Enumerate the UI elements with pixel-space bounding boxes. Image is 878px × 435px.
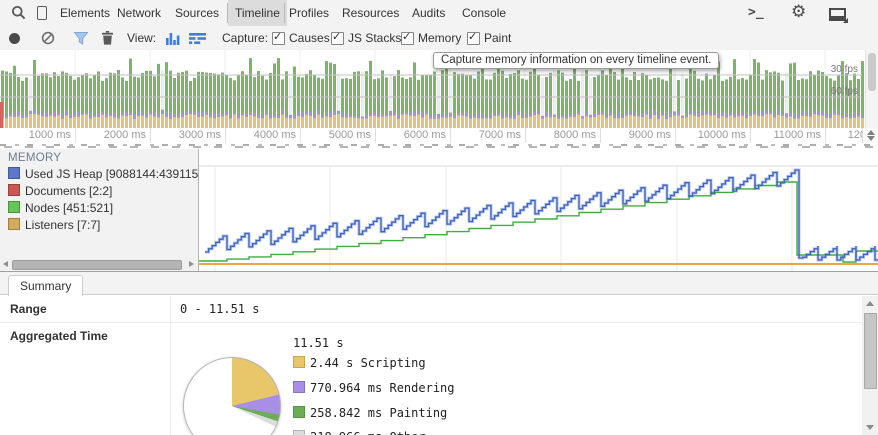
scroll-right-icon[interactable] — [189, 261, 194, 267]
checkbox-label[interactable]: JS Stacks — [348, 26, 401, 50]
pie-legend-item: 218.966 ms Other — [293, 430, 426, 435]
ruler-tick-label: 2000 ms — [66, 128, 146, 143]
tab-console[interactable]: Console — [462, 0, 506, 26]
tab-resources[interactable]: Resources — [342, 0, 399, 26]
tab-audits[interactable]: Audits — [412, 0, 445, 26]
tab-network[interactable]: Network — [117, 0, 161, 26]
tab-profiles[interactable]: Profiles — [289, 0, 329, 26]
time-ruler: 1000 ms2000 ms3000 ms4000 ms5000 ms6000 … — [0, 128, 878, 143]
overview-scrollbar-thumb[interactable] — [868, 53, 876, 91]
legend-swatch — [8, 167, 20, 179]
checkbox-label[interactable]: Causes — [289, 26, 330, 50]
legend-label: 218.966 ms Other — [310, 430, 426, 435]
legend-swatch — [293, 430, 305, 435]
device-toolbar-icon[interactable] — [37, 6, 47, 20]
trash-icon[interactable] — [101, 31, 114, 45]
spinner-up-icon[interactable] — [867, 130, 875, 135]
checkbox-paint[interactable] — [467, 32, 480, 45]
settings-gear-icon[interactable]: ⚙ — [791, 0, 806, 25]
svg-text:60 fps: 60 fps — [831, 86, 858, 97]
memory-counters-chart — [199, 149, 878, 271]
clear-icon[interactable] — [41, 31, 55, 45]
devtools-tab-bar: Elements Network Sources TimelineProfiles Re… — [0, 0, 878, 26]
legend-label: Documents [2:2] — [25, 184, 112, 198]
tab-elements[interactable]: Elements — [60, 0, 110, 26]
pie-legend-item: 2.44 s Scripting — [293, 356, 426, 370]
memory-legend-item: Used JS Heap [9088144:43911512] — [8, 167, 199, 182]
legend-swatch — [8, 218, 20, 230]
scroll-down-icon[interactable] — [866, 425, 874, 430]
legend-swatch — [293, 406, 305, 418]
aggregated-time-label: Aggregated Time — [10, 329, 108, 343]
range-value: 0 - 11.51 s — [180, 302, 259, 316]
search-icon[interactable] — [11, 5, 27, 21]
memory-pane-title: MEMORY — [8, 152, 61, 164]
checkbox-memory[interactable] — [401, 32, 414, 45]
legend-swatch — [8, 201, 20, 213]
scrollbar-thumb[interactable] — [12, 260, 182, 270]
pie-total: 11.51 s — [293, 336, 344, 350]
details-tab-bar: Summary — [0, 272, 878, 295]
filter-icon[interactable] — [74, 32, 88, 45]
timeline-toolbar: View: Capture: Causes JS Stacks Memory Pain… — [0, 26, 878, 51]
tab-separator — [284, 3, 285, 23]
ruler-tick-label: 9000 ms — [591, 128, 671, 143]
memory-horizontal-scrollbar[interactable] — [1, 258, 196, 270]
legend-label: Used JS Heap [9088144:43911512] — [25, 167, 199, 181]
checkbox-label[interactable]: Paint — [484, 26, 511, 50]
ruler-tick-label: 4000 ms — [216, 128, 296, 143]
ruler-tick-label: 1000 ms — [0, 128, 71, 143]
ruler-tick-label: 5000 ms — [291, 128, 371, 143]
legend-swatch — [8, 184, 20, 196]
range-row: Range 0 - 11.51 s — [0, 296, 862, 323]
svg-text:30 fps: 30 fps — [831, 64, 858, 75]
tab-separator — [227, 3, 228, 23]
ruler-tick-label: 8000 ms — [516, 128, 596, 143]
checkbox-label[interactable]: Memory — [418, 26, 461, 50]
scroll-up-icon[interactable] — [866, 301, 874, 306]
view-frames-icon[interactable] — [189, 32, 208, 45]
view-bars-icon[interactable] — [166, 32, 181, 45]
record-icon[interactable] — [9, 33, 20, 44]
memory-legend-pane: MEMORY Used JS Heap [9088144:43911512] Do… — [0, 149, 199, 271]
scroll-left-icon[interactable] — [3, 261, 8, 267]
checkbox-causes[interactable] — [272, 32, 285, 45]
legend-label: 770.964 ms Rendering — [310, 381, 455, 395]
memory-legend-item: Nodes [451:521] — [8, 201, 113, 216]
summary-table: Range 0 - 11.51 s Aggregated Time 11.51 … — [0, 296, 862, 435]
view-label: View: — [127, 26, 156, 50]
spinner-down-icon[interactable] — [867, 136, 875, 141]
aggregated-time-pie-chart — [183, 357, 281, 435]
ruler-tick-label: 10000 ms — [666, 128, 746, 143]
tab-sources[interactable]: Sources — [175, 0, 219, 26]
memory-legend-item: Listeners [7:7] — [8, 218, 100, 233]
scrollbar-thumb[interactable] — [864, 313, 877, 389]
ruler-tick-label: 11000 ms — [741, 128, 821, 143]
legend-label: 2.44 s Scripting — [310, 356, 426, 370]
range-label: Range — [10, 302, 47, 316]
legend-swatch — [293, 356, 305, 368]
ruler-tick-label: 3000 ms — [141, 128, 221, 143]
pie-legend-item: 770.964 ms Rendering — [293, 381, 455, 395]
memory-legend-item: Documents [2:2] — [8, 184, 112, 199]
tooltip: Capture memory information on every time… — [433, 52, 719, 69]
legend-label: Listeners [7:7] — [25, 218, 100, 232]
ruler-tick-label: 6000 ms — [366, 128, 446, 143]
pie-legend-item: 258.842 ms Painting — [293, 406, 447, 420]
tab-summary[interactable]: Summary — [8, 275, 83, 296]
ruler-spinner[interactable] — [862, 128, 878, 143]
console-drawer-icon[interactable]: >_ — [748, 0, 764, 26]
checkbox-js-stacks[interactable] — [331, 32, 344, 45]
legend-label: 258.842 ms Painting — [310, 406, 447, 420]
legend-swatch — [293, 381, 305, 393]
legend-label: Nodes [451:521] — [25, 201, 113, 215]
dock-side-icon[interactable] — [829, 8, 846, 21]
tab-timeline[interactable]: Timeline — [228, 0, 287, 26]
overview-scrollbar[interactable] — [865, 50, 878, 128]
ruler-tick-label: 7000 ms — [441, 128, 521, 143]
capture-label: Capture: — [222, 26, 268, 50]
summary-scrollbar[interactable] — [862, 296, 878, 435]
